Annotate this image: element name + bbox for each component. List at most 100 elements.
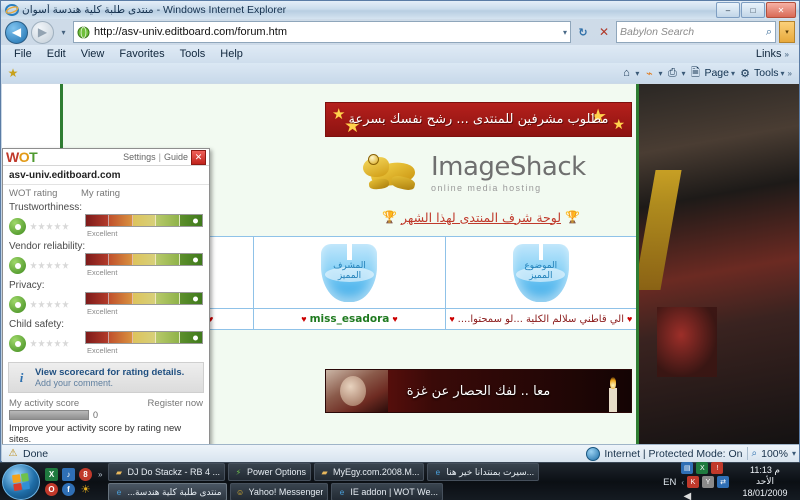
- excel-icon[interactable]: X: [45, 468, 58, 481]
- opera-icon[interactable]: O: [45, 483, 58, 496]
- clock-day: الأحد: [756, 476, 774, 487]
- print-button[interactable]: ⎙ ▾: [665, 66, 685, 80]
- rss-icon: ⌁: [646, 67, 653, 80]
- menu-overflow-icon[interactable]: »: [785, 50, 789, 59]
- activity-score-label: My activity score: [9, 398, 80, 409]
- my-rating-stars[interactable]: [30, 222, 69, 231]
- firefox-icon[interactable]: f: [62, 483, 75, 496]
- close-button[interactable]: ✕: [766, 2, 796, 18]
- tray-overflow-icon[interactable]: ‹: [681, 478, 684, 487]
- antivirus-icon[interactable]: K: [687, 476, 699, 488]
- address-input[interactable]: http://asv-univ.editboard.com/forum.htm …: [73, 21, 571, 43]
- scorecard-subtitle[interactable]: Add your comment.: [35, 378, 184, 388]
- quick-launch-row-2: O f ☀: [45, 483, 102, 496]
- sun-icon[interactable]: ☀: [79, 483, 92, 496]
- rating-scale[interactable]: Excellent: [85, 253, 203, 278]
- search-icon[interactable]: ⌕: [766, 26, 772, 39]
- search-provider-dropdown[interactable]: ▾: [779, 21, 795, 43]
- shield-icon[interactable]: 8: [79, 468, 92, 481]
- home-dropdown-icon[interactable]: ▾: [635, 69, 639, 78]
- print-dropdown-icon[interactable]: ▾: [681, 69, 685, 78]
- forward-button[interactable]: ▶: [31, 20, 54, 44]
- clock-date: 18/01/2009: [742, 487, 788, 498]
- task-button[interactable]: e IE addon | WOT We...: [331, 483, 443, 500]
- clock-time: 11:13 م: [750, 465, 780, 476]
- security-zone-text[interactable]: Internet | Protected Mode: On: [604, 448, 742, 460]
- search-placeholder: Babylon Search: [620, 26, 695, 38]
- links-label[interactable]: Links: [756, 48, 782, 60]
- feeds-dropdown-icon[interactable]: ▾: [658, 69, 662, 78]
- task-label: MyEgy.com.2008.M...: [333, 467, 420, 477]
- command-overflow-icon[interactable]: »: [788, 69, 792, 78]
- honor-card[interactable]: المشرف المميز ♥ miss_esadora ♥: [254, 237, 446, 329]
- taskbar: X ♪ 8 » O f ☀ ▰ DJ Do Stackz - RB 4 ... …: [0, 462, 800, 500]
- menu-help[interactable]: Help: [213, 47, 250, 61]
- back-button[interactable]: ◀: [5, 20, 28, 44]
- register-now-link[interactable]: Register now: [148, 398, 203, 409]
- task-button[interactable]: ☺ Yahoo! Messenger: [229, 483, 329, 500]
- address-bar-row: ◀ ▶ ▾ http://asv-univ.editboard.com/foru…: [1, 19, 799, 45]
- topic-title[interactable]: الي قاطني سلالم الكلية ...لو سمحتوا....: [458, 314, 624, 325]
- rating-scale[interactable]: Excellent: [85, 292, 203, 317]
- address-dropdown-icon[interactable]: ▾: [563, 28, 567, 37]
- rating-scale[interactable]: Excellent: [85, 214, 203, 239]
- sync-icon[interactable]: ⇄: [717, 476, 729, 488]
- menu-view[interactable]: View: [74, 47, 112, 61]
- zoom-icon[interactable]: ⌕: [752, 448, 758, 459]
- recent-pages-dropdown[interactable]: ▾: [57, 22, 70, 42]
- honor-board-link[interactable]: لوحة شرف المنتدى لهذا الشهر: [401, 210, 561, 225]
- task-button-active[interactable]: e منتدى طلبة كلية هندسة...: [108, 483, 227, 500]
- trophy-icon: 🏆: [565, 210, 580, 224]
- child-photo: [326, 370, 388, 412]
- rating-scale[interactable]: Excellent: [85, 331, 203, 356]
- wot-close-button[interactable]: ✕: [191, 149, 206, 165]
- security-icon[interactable]: !: [711, 462, 724, 474]
- refresh-button[interactable]: ↻: [574, 23, 592, 41]
- stop-button[interactable]: ✕: [595, 23, 613, 41]
- media-icon[interactable]: ♪: [62, 468, 75, 481]
- my-rating-stars[interactable]: [30, 261, 69, 270]
- utility-icon[interactable]: Y: [702, 476, 714, 488]
- page-dropdown-icon[interactable]: ▾: [731, 69, 735, 78]
- excel-tray-icon[interactable]: X: [696, 462, 709, 474]
- menu-edit[interactable]: Edit: [40, 47, 73, 61]
- rating-label: Trustworthiness:: [9, 202, 82, 213]
- wot-guide-link[interactable]: Guide: [164, 152, 188, 162]
- minimize-button[interactable]: –: [716, 2, 740, 18]
- menu-tools[interactable]: Tools: [173, 47, 213, 61]
- zoom-level[interactable]: 100%: [761, 448, 788, 460]
- gaza-banner[interactable]: معا .. لفك الحصار عن غزة: [325, 369, 632, 413]
- member-name[interactable]: miss_esadora: [310, 313, 390, 325]
- task-button[interactable]: e ...سيرت بمنتدانا خير هنا: [427, 463, 540, 481]
- tools-menu-button[interactable]: ⚙ Tools ▾: [738, 66, 785, 80]
- menu-favorites[interactable]: Favorites: [112, 47, 171, 61]
- my-rating-stars[interactable]: [30, 300, 69, 309]
- quick-launch-overflow-icon[interactable]: »: [98, 470, 102, 479]
- start-button[interactable]: [2, 464, 40, 500]
- page-menu-button[interactable]: 🗎 Page ▾: [688, 66, 735, 80]
- clock[interactable]: 11:13 م الأحد 18/01/2009: [734, 465, 796, 499]
- yahoo-icon: ☺: [235, 487, 245, 497]
- network-icon[interactable]: ▤: [681, 462, 694, 474]
- my-rating-stars[interactable]: [30, 339, 69, 348]
- search-input[interactable]: Babylon Search ⌕: [616, 21, 776, 43]
- task-button[interactable]: ⚡ Power Options: [227, 463, 312, 481]
- menu-file[interactable]: File: [7, 47, 39, 61]
- internet-zone-icon: [586, 446, 601, 461]
- wot-logo-o: O: [18, 149, 30, 165]
- feeds-button[interactable]: ⌁ ▾: [642, 66, 662, 80]
- home-button[interactable]: ⌂ ▾: [619, 66, 639, 80]
- honor-card[interactable]: الموضوع المميز ♥ الي قاطني سلالم الكلية …: [445, 237, 636, 329]
- wot-settings-link[interactable]: Settings: [123, 152, 156, 162]
- task-button[interactable]: ▰ MyEgy.com.2008.M...: [314, 463, 425, 481]
- language-indicator[interactable]: EN: [663, 477, 676, 488]
- zoom-dropdown-icon[interactable]: ▾: [792, 449, 796, 458]
- candle-icon: [609, 388, 617, 412]
- view-scorecard-button[interactable]: i View scorecard for rating details. Add…: [8, 362, 204, 393]
- maximize-button[interactable]: □: [741, 2, 765, 18]
- moderators-wanted-banner[interactable]: ★ ★ مطلوب مشرفين للمنتدى ... رشح نفسك بس…: [325, 102, 632, 137]
- favorites-star-icon[interactable]: ★: [5, 65, 21, 81]
- task-button[interactable]: ▰ DJ Do Stackz - RB 4 ...: [108, 463, 225, 481]
- tools-dropdown-icon[interactable]: ▾: [781, 69, 785, 78]
- volume-icon[interactable]: ◀: [681, 490, 693, 500]
